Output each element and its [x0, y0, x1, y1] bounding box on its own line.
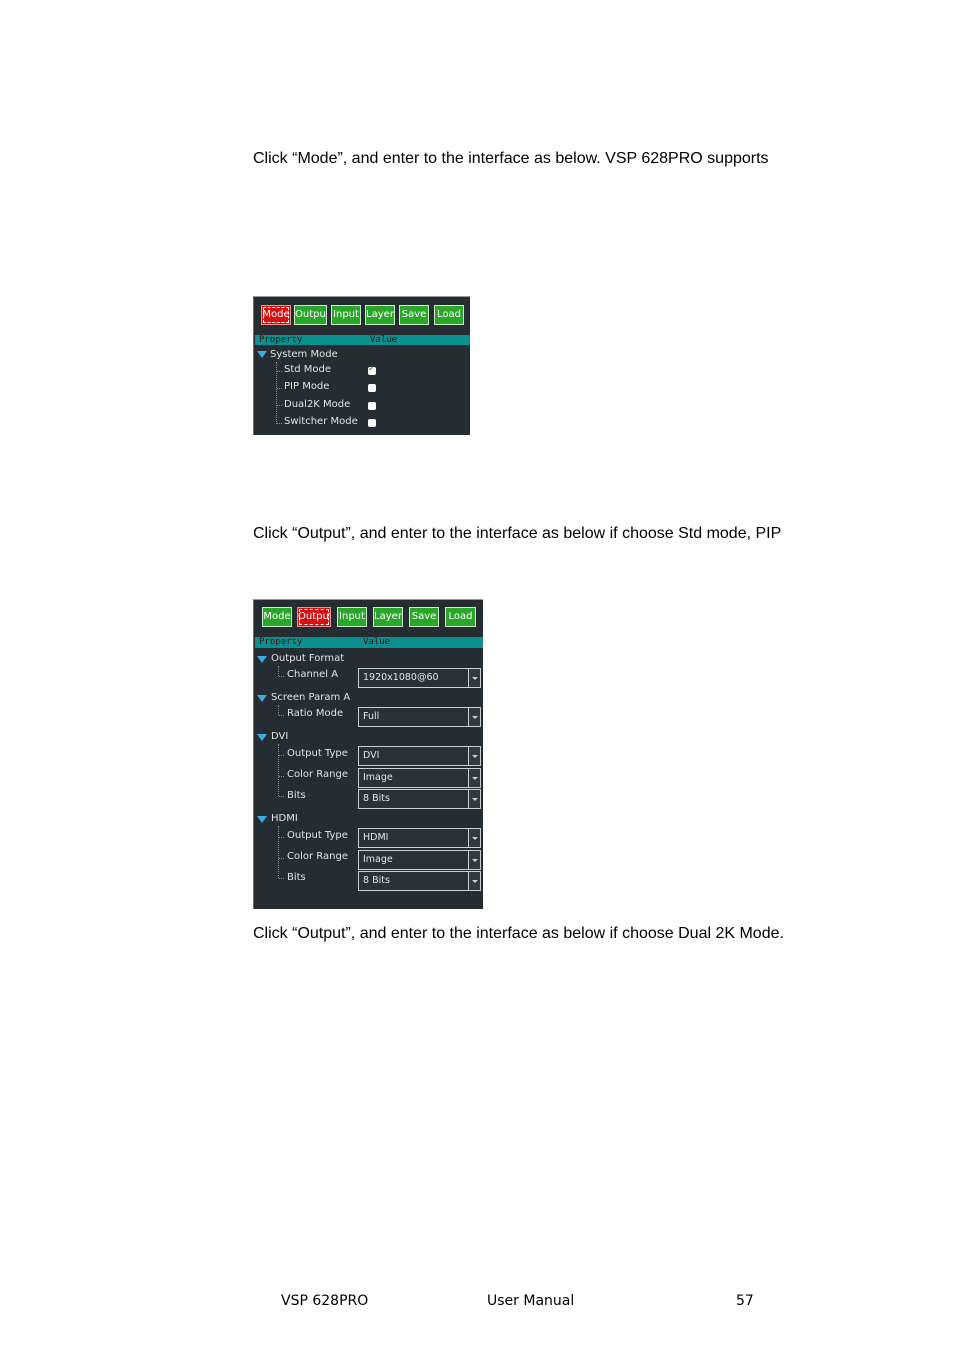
hdmi-bits-label: Bits	[287, 872, 306, 883]
chevron-down-icon[interactable]	[468, 872, 480, 890]
dual2k-mode-label: Dual2K Mode	[284, 399, 351, 410]
chevron-down-icon[interactable]	[468, 769, 480, 787]
dvi-output-type-value: DVI	[363, 750, 380, 761]
tree-line	[278, 666, 279, 676]
layer-button[interactable]: Layer	[373, 607, 403, 627]
layer-button[interactable]: Layer	[365, 305, 395, 325]
ratio-mode-select[interactable]: Full	[358, 707, 481, 727]
switcher-mode-label: Switcher Mode	[284, 416, 358, 427]
hdmi-bits-value: 8 Bits	[363, 875, 390, 886]
dvi-color-range-select[interactable]: Image	[358, 768, 481, 788]
tree-line	[278, 744, 279, 796]
hdmi-output-type-select[interactable]: HDMI	[358, 828, 481, 848]
save-button[interactable]: Save	[409, 607, 439, 627]
hdmi-group-label: HDMI	[271, 813, 298, 824]
hdmi-bits-select[interactable]: 8 Bits	[358, 871, 481, 891]
tree-branch	[277, 388, 282, 389]
chevron-down-icon[interactable]	[468, 790, 480, 808]
tree-branch	[279, 715, 284, 716]
pip-mode-checkbox[interactable]	[368, 384, 376, 392]
tree-branch	[279, 878, 284, 879]
dvi-bits-select[interactable]: 8 Bits	[358, 789, 481, 809]
dvi-bits-label: Bits	[287, 790, 306, 801]
switcher-mode-checkbox[interactable]	[368, 419, 376, 427]
mode-settings-panel: Mode Output Input Layer Save Load Proper…	[253, 296, 470, 435]
dvi-color-range-value: Image	[363, 772, 393, 783]
tree-branch	[279, 755, 284, 756]
ratio-mode-label: Ratio Mode	[287, 708, 344, 719]
tree-line	[278, 705, 279, 715]
collapse-triangle-icon[interactable]	[257, 351, 267, 358]
chevron-down-icon[interactable]	[468, 708, 480, 726]
channel-a-select[interactable]: 1920x1080@60	[358, 668, 481, 688]
save-button[interactable]: Save	[399, 305, 429, 325]
dvi-group-label: DVI	[271, 731, 289, 742]
tree-branch	[279, 796, 284, 797]
tree-branch	[279, 676, 284, 677]
tree-line	[278, 826, 279, 878]
pip-mode-label: PIP Mode	[284, 381, 330, 392]
dvi-output-type-label: Output Type	[287, 748, 348, 759]
property-table-header: Property Value	[255, 637, 483, 648]
chevron-down-icon[interactable]	[468, 829, 480, 847]
collapse-triangle-icon[interactable]	[257, 656, 267, 663]
output-button[interactable]: Output	[294, 305, 327, 325]
hdmi-output-type-label: Output Type	[287, 830, 348, 841]
mode-button[interactable]: Mode	[261, 305, 291, 325]
load-button[interactable]: Load	[434, 305, 464, 325]
property-table-header: Property Value	[255, 335, 470, 345]
value-column-header: Value	[363, 637, 391, 647]
output-button[interactable]: Output	[297, 607, 331, 627]
tree-branch	[277, 405, 282, 406]
footer-doc-title: User Manual	[487, 1293, 575, 1309]
tree-branch	[279, 858, 284, 859]
input-button[interactable]: Input	[337, 607, 367, 627]
hdmi-color-range-label: Color Range	[287, 851, 348, 862]
dvi-color-range-label: Color Range	[287, 769, 348, 780]
dual2k-mode-checkbox[interactable]	[368, 402, 376, 410]
chevron-down-icon[interactable]	[468, 851, 480, 869]
value-column-header: Value	[370, 335, 398, 345]
output-settings-panel: Mode Output Input Layer Save Load Proper…	[253, 599, 483, 909]
hdmi-color-range-select[interactable]: Image	[358, 850, 481, 870]
chevron-down-icon[interactable]	[468, 747, 480, 765]
paragraph-output-std: Click “Output”, and enter to the interfa…	[253, 525, 782, 542]
hdmi-output-type-value: HDMI	[363, 832, 389, 843]
tree-branch	[277, 423, 282, 424]
hdmi-color-range-value: Image	[363, 854, 393, 865]
property-column-header: Property	[259, 335, 303, 345]
collapse-triangle-icon[interactable]	[257, 816, 267, 823]
collapse-triangle-icon[interactable]	[257, 695, 267, 702]
dvi-output-type-select[interactable]: DVI	[358, 746, 481, 766]
channel-a-value: 1920x1080@60	[363, 672, 439, 683]
system-mode-group-label: System Mode	[270, 349, 338, 360]
footer-product: VSP 628PRO	[281, 1293, 369, 1309]
input-button[interactable]: Input	[331, 305, 361, 325]
tree-branch	[279, 776, 284, 777]
property-column-header: Property	[259, 637, 303, 647]
chevron-down-icon[interactable]	[468, 669, 480, 687]
toolbar: Mode Output Input Layer Save Load	[254, 600, 483, 634]
dvi-bits-value: 8 Bits	[363, 793, 390, 804]
footer-page-number: 57	[736, 1293, 754, 1309]
channel-a-label: Channel A	[287, 669, 339, 680]
ratio-mode-value: Full	[363, 711, 380, 722]
paragraph-output-dual2k: Click “Output”, and enter to the interfa…	[253, 925, 784, 942]
screen-param-group-label: Screen Param A	[271, 692, 351, 703]
collapse-triangle-icon[interactable]	[257, 734, 267, 741]
output-format-group-label: Output Format	[271, 653, 345, 664]
load-button[interactable]: Load	[445, 607, 476, 627]
std-mode-checkbox[interactable]	[368, 364, 376, 375]
paragraph-mode-intro: Click “Mode”, and enter to the interface…	[253, 150, 769, 167]
tree-branch	[279, 837, 284, 838]
toolbar: Mode Output Input Layer Save Load	[254, 297, 470, 331]
mode-button[interactable]: Mode	[262, 607, 292, 627]
std-mode-label: Std Mode	[284, 364, 332, 375]
tree-branch	[277, 371, 282, 372]
